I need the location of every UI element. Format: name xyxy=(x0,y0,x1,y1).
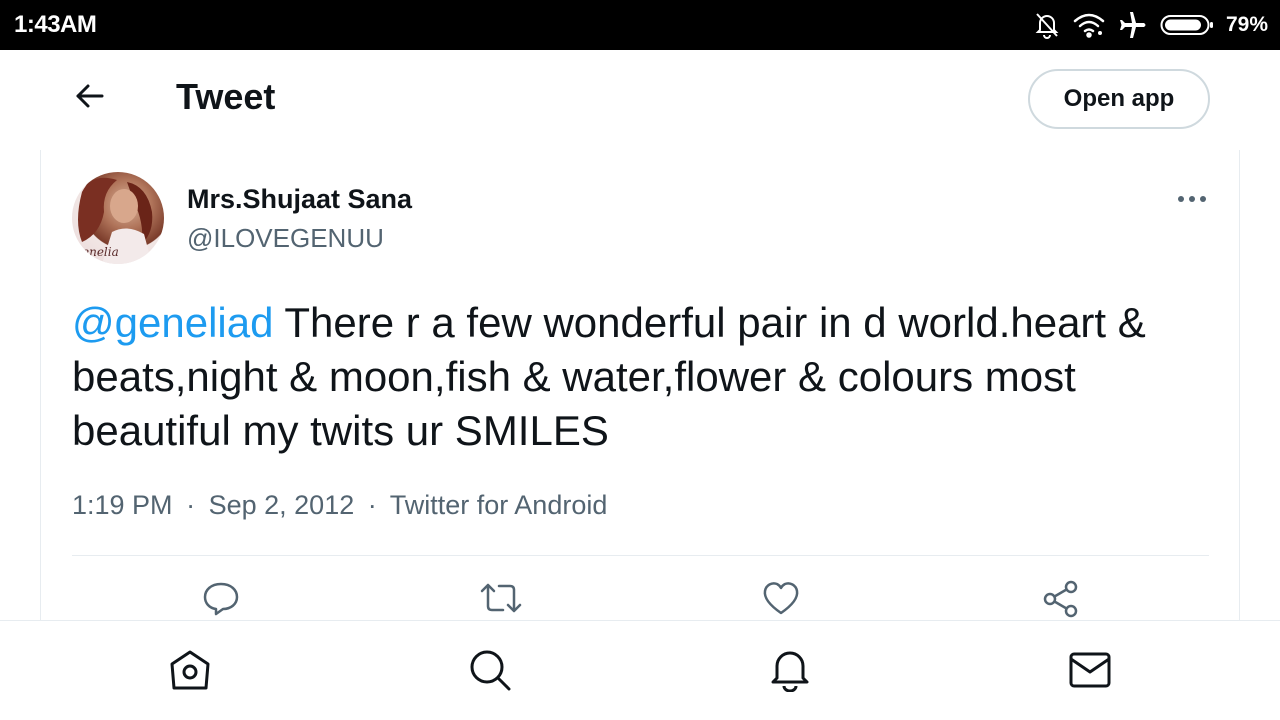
tweet-source[interactable]: Twitter for Android xyxy=(390,490,608,520)
status-bar: 1:43AM 79% xyxy=(0,0,1280,50)
nav-messages[interactable] xyxy=(1060,647,1120,697)
arrow-left-icon xyxy=(74,82,106,115)
header: Tweet Open app xyxy=(0,50,1280,150)
nav-search[interactable] xyxy=(460,647,520,697)
meta-separator: · xyxy=(186,490,196,520)
search-icon xyxy=(468,648,512,697)
like-icon xyxy=(762,580,800,620)
status-time: 1:43AM xyxy=(14,11,97,38)
nav-home[interactable] xyxy=(160,647,220,697)
open-app-button[interactable]: Open app xyxy=(1028,69,1210,129)
share-button[interactable] xyxy=(1036,580,1086,620)
notifications-icon xyxy=(768,648,812,697)
page-title: Tweet xyxy=(176,76,276,117)
tweet-card: enelia Mrs.Shujaat Sana @ILOVEGENUU @gen… xyxy=(40,150,1240,620)
airplane-mode-icon xyxy=(1118,11,1148,39)
author-display-name[interactable]: Mrs.Shujaat Sana xyxy=(187,184,412,215)
back-button[interactable] xyxy=(60,68,120,128)
notifications-off-icon xyxy=(1034,11,1060,39)
tweet-date[interactable]: Sep 2, 2012 xyxy=(209,490,355,520)
more-options-button[interactable] xyxy=(1167,184,1217,214)
share-icon xyxy=(1042,580,1080,620)
retweet-button[interactable] xyxy=(476,580,526,620)
divider xyxy=(72,555,1209,556)
mention-link[interactable]: @geneliad xyxy=(72,299,273,346)
reply-icon xyxy=(202,580,240,620)
tweet-meta: 1:19 PM · Sep 2, 2012 · Twitter for Andr… xyxy=(72,490,607,521)
nav-notifications[interactable] xyxy=(760,647,820,697)
bottom-nav xyxy=(0,620,1280,720)
battery-percent: 79% xyxy=(1225,13,1268,36)
avatar-caption: enelia xyxy=(82,245,119,259)
messages-icon xyxy=(1068,650,1112,695)
tweet-time[interactable]: 1:19 PM xyxy=(72,490,173,520)
battery-icon xyxy=(1160,14,1214,36)
status-icons: 79% xyxy=(1034,10,1268,40)
meta-separator: · xyxy=(367,490,377,520)
author-handle[interactable]: @ILOVEGENUU xyxy=(187,223,384,254)
home-icon xyxy=(168,649,212,696)
tweet-text: @geneliad There r a few wonderful pair i… xyxy=(72,296,1212,458)
reply-button[interactable] xyxy=(196,580,246,620)
avatar[interactable]: enelia xyxy=(72,172,164,264)
wifi-icon xyxy=(1072,12,1106,38)
like-button[interactable] xyxy=(756,580,806,620)
more-horizontal-icon xyxy=(1177,190,1207,208)
retweet-icon xyxy=(479,580,523,620)
